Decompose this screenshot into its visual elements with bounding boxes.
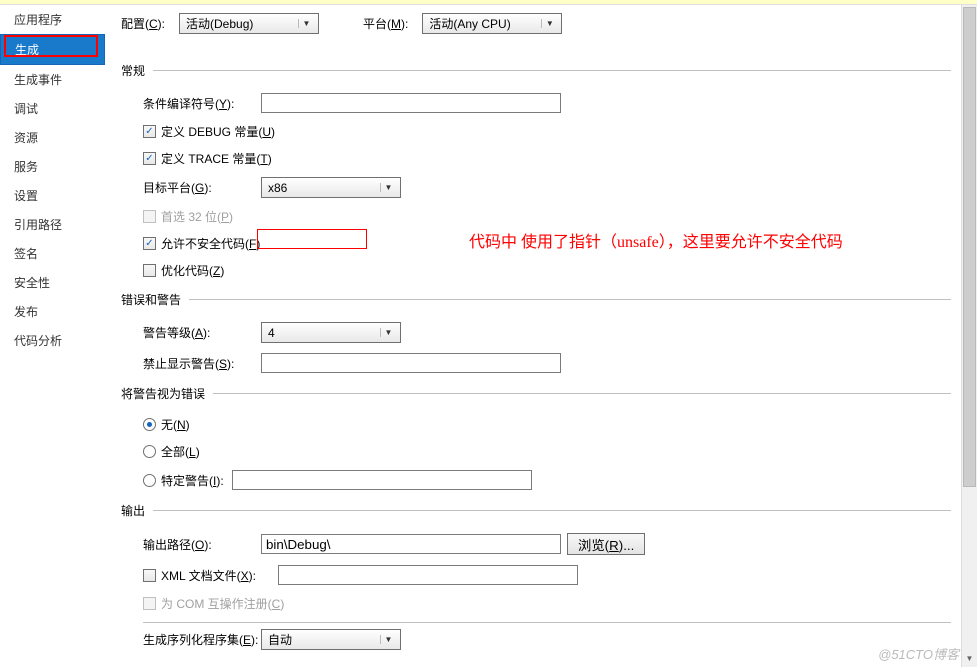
sidebar-item-build-events[interactable]: 生成事件	[0, 65, 105, 94]
serialization-row: 生成序列化程序集(E): 自动 ▼	[143, 629, 951, 650]
checkbox-icon	[143, 597, 156, 610]
group-general: 常规	[121, 62, 951, 79]
sidebar-item-settings[interactable]: 设置	[0, 181, 105, 210]
config-platform-row: 配置(C): 活动(Debug) ▼ 平台(M): 活动(Any CPU) ▼	[121, 13, 951, 34]
optimize-code-label: 优化代码(Z)	[161, 262, 224, 279]
serialization-value: 自动	[268, 631, 376, 648]
conditional-symbols-row: 条件编译符号(Y):	[143, 93, 951, 113]
output-path-label: 输出路径(O):	[143, 536, 261, 553]
scroll-down-icon[interactable]: ▼	[963, 651, 976, 667]
platform-value: 活动(Any CPU)	[429, 15, 537, 32]
checkbox-icon: ✓	[143, 125, 156, 138]
conditional-symbols-label: 条件编译符号(Y):	[143, 95, 261, 112]
warning-level-dropdown[interactable]: 4 ▼	[261, 322, 401, 343]
suppress-warnings-label: 禁止显示警告(S):	[143, 355, 261, 372]
checkbox-icon	[143, 210, 156, 223]
main-container: 应用程序 生成 生成事件 调试 资源 服务 设置 引用路径 签名 安全性 发布 …	[0, 5, 977, 667]
conditional-symbols-input[interactable]	[261, 93, 561, 113]
target-platform-row: 目标平台(G): x86 ▼	[143, 177, 951, 198]
vertical-scrollbar[interactable]: ▼	[961, 5, 977, 667]
red-annotation-text: 代码中 使用了指针（unsafe），这里要允许不安全代码	[469, 228, 843, 252]
chevron-down-icon: ▼	[380, 328, 396, 337]
config-value: 活动(Debug)	[186, 15, 294, 32]
sidebar-item-publish[interactable]: 发布	[0, 297, 105, 326]
main-panel: 配置(C): 活动(Debug) ▼ 平台(M): 活动(Any CPU) ▼ …	[105, 5, 961, 667]
xml-doc-row[interactable]: XML 文档文件(X):	[143, 565, 951, 585]
treat-all-label: 全部(L)	[161, 443, 200, 460]
warning-level-row: 警告等级(A): 4 ▼	[143, 322, 951, 343]
sidebar-item-app[interactable]: 应用程序	[0, 5, 105, 34]
sidebar-item-security[interactable]: 安全性	[0, 268, 105, 297]
radio-icon	[143, 418, 156, 431]
sidebar: 应用程序 生成 生成事件 调试 资源 服务 设置 引用路径 签名 安全性 发布 …	[0, 5, 105, 667]
treat-all-row[interactable]: 全部(L)	[143, 443, 951, 460]
warning-level-value: 4	[268, 326, 376, 340]
config-label: 配置(C):	[121, 15, 165, 32]
com-interop-row: 为 COM 互操作注册(C)	[143, 595, 951, 612]
group-errors: 错误和警告	[121, 291, 951, 308]
chevron-down-icon: ▼	[541, 19, 557, 28]
sidebar-item-code-analysis[interactable]: 代码分析	[0, 326, 105, 355]
serialization-dropdown[interactable]: 自动 ▼	[261, 629, 401, 650]
chevron-down-icon: ▼	[380, 635, 396, 644]
optimize-code-row[interactable]: 优化代码(Z)	[143, 262, 951, 279]
radio-icon	[143, 445, 156, 458]
platform-dropdown[interactable]: 活动(Any CPU) ▼	[422, 13, 562, 34]
suppress-warnings-row: 禁止显示警告(S):	[143, 353, 951, 373]
serialization-label: 生成序列化程序集(E):	[143, 631, 261, 648]
define-debug-label: 定义 DEBUG 常量(U)	[161, 123, 275, 140]
treat-none-label: 无(N)	[161, 416, 190, 433]
output-path-row: 输出路径(O): 浏览(R)...	[143, 533, 951, 555]
sidebar-item-signing[interactable]: 签名	[0, 239, 105, 268]
treat-none-row[interactable]: 无(N)	[143, 416, 951, 433]
suppress-warnings-input[interactable]	[261, 353, 561, 373]
checkbox-icon: ✓	[143, 237, 156, 250]
define-debug-row[interactable]: ✓ 定义 DEBUG 常量(U)	[143, 123, 951, 140]
prefer-32bit-label: 首选 32 位(P)	[161, 208, 233, 225]
treat-specific-label: 特定警告(I):	[161, 472, 224, 489]
treat-specific-row[interactable]: 特定警告(I):	[143, 470, 951, 490]
sidebar-item-build[interactable]: 生成	[0, 34, 105, 65]
warning-level-label: 警告等级(A):	[143, 324, 261, 341]
scroll-thumb[interactable]	[963, 7, 976, 487]
xml-doc-input[interactable]	[278, 565, 578, 585]
sidebar-item-reference-paths[interactable]: 引用路径	[0, 210, 105, 239]
config-dropdown[interactable]: 活动(Debug) ▼	[179, 13, 319, 34]
sidebar-item-resources[interactable]: 资源	[0, 123, 105, 152]
checkbox-icon	[143, 264, 156, 277]
allow-unsafe-label: 允许不安全代码(F)	[161, 235, 260, 252]
checkbox-icon	[143, 569, 156, 582]
sidebar-item-services[interactable]: 服务	[0, 152, 105, 181]
group-treat-warnings: 将警告视为错误	[121, 385, 951, 402]
treat-specific-input[interactable]	[232, 470, 532, 490]
output-path-input[interactable]	[261, 534, 561, 554]
xml-doc-label: XML 文档文件(X):	[161, 567, 256, 584]
radio-icon	[143, 474, 156, 487]
target-platform-value: x86	[268, 181, 376, 195]
sidebar-item-debug[interactable]: 调试	[0, 94, 105, 123]
prefer-32bit-row: 首选 32 位(P)	[143, 208, 951, 225]
platform-label: 平台(M):	[363, 15, 408, 32]
chevron-down-icon: ▼	[380, 183, 396, 192]
define-trace-label: 定义 TRACE 常量(T)	[161, 150, 272, 167]
chevron-down-icon: ▼	[298, 19, 314, 28]
define-trace-row[interactable]: ✓ 定义 TRACE 常量(T)	[143, 150, 951, 167]
com-interop-label: 为 COM 互操作注册(C)	[161, 595, 284, 612]
checkbox-icon: ✓	[143, 152, 156, 165]
group-output: 输出	[121, 502, 951, 519]
browse-button[interactable]: 浏览(R)...	[567, 533, 645, 555]
target-platform-label: 目标平台(G):	[143, 179, 261, 196]
watermark-text: @51CTO博客	[878, 644, 959, 663]
target-platform-dropdown[interactable]: x86 ▼	[261, 177, 401, 198]
